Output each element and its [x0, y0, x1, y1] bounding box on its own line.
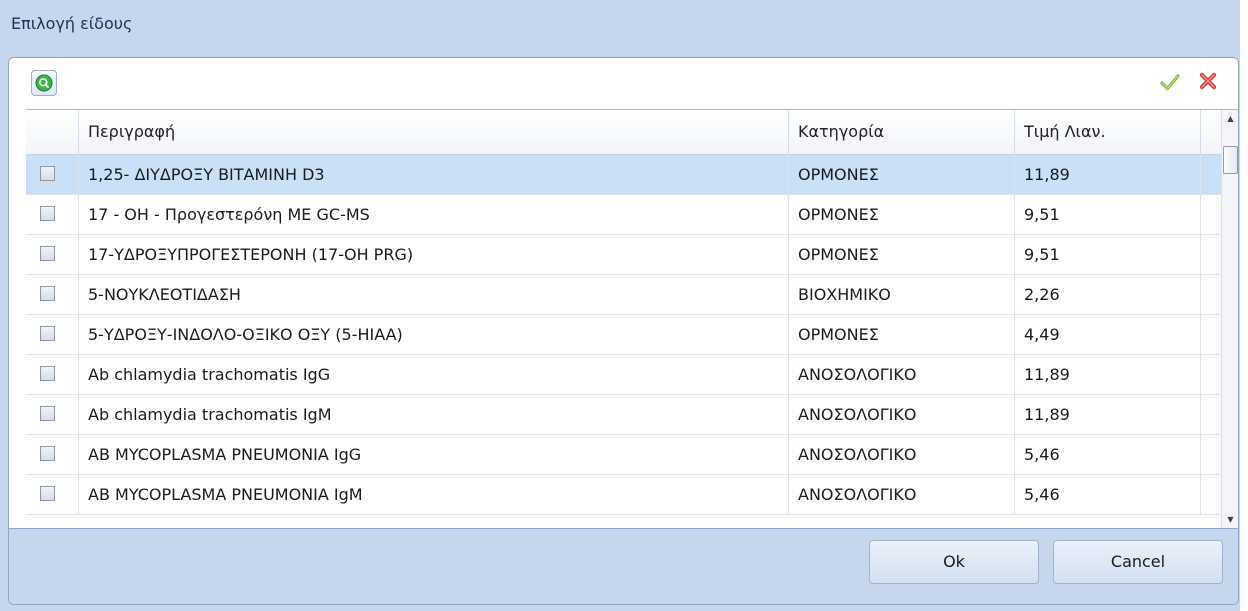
retail-price-cell: 11,89 [1015, 355, 1201, 394]
retail-price-cell: 5,46 [1015, 475, 1201, 514]
description-cell: 5-ΥΔΡΟΞΥ-ΙΝΔΟΛΟ-ΟΞΙΚΟ ΟΞΥ (5-HIAA) [79, 315, 789, 354]
checkmark-icon[interactable] [1159, 71, 1181, 93]
items-grid: Περιγραφή Κατηγορία Τιμή Λιαν. 1,25- ΔΙΥ… [26, 109, 1238, 528]
category-cell: ΒΙΟΧΗΜΙΚΟ [789, 275, 1015, 314]
category-cell: ΑΝΟΣΟΛΟΓΙΚΟ [789, 435, 1015, 474]
category-cell: ΟΡΜΟΝΕΣ [789, 235, 1015, 274]
row-checkbox[interactable] [40, 206, 55, 221]
cancel-button[interactable]: Cancel [1053, 540, 1223, 584]
table-row[interactable]: AB MYCOPLASMA PNEUMONIA IgG ΑΝΟΣΟΛΟΓΙΚΟ 5,… [26, 435, 1221, 475]
checkbox-column-header[interactable] [26, 110, 79, 154]
table-row[interactable]: AB MYCOPLASMA PNEUMONIA IgM ΑΝΟΣΟΛΟΓΙΚΟ 5,… [26, 475, 1221, 515]
retail-price-cell: 11,89 [1015, 395, 1201, 434]
row-checkbox-cell [26, 355, 79, 394]
category-cell: ΟΡΜΟΝΕΣ [789, 315, 1015, 354]
scroll-up-arrow-icon[interactable]: ▲ [1222, 110, 1238, 127]
ok-button[interactable]: Ok [869, 540, 1039, 584]
table-row[interactable]: Ab chlamydia trachomatis IgG ΑΝΟΣΟΛΟΓΙΚΟ 1… [26, 355, 1221, 395]
row-checkbox[interactable] [40, 166, 55, 181]
filler-cell [1201, 155, 1221, 194]
category-cell: ΟΡΜΟΝΕΣ [789, 195, 1015, 234]
scroll-down-arrow-icon[interactable]: ▼ [1222, 511, 1238, 528]
toolbar [9, 58, 1238, 109]
row-checkbox[interactable] [40, 286, 55, 301]
description-cell: 1,25- ΔΙΥΔΡΟΞΥ ΒΙΤΑΜΙΝΗ D3 [79, 155, 789, 194]
items-panel: Περιγραφή Κατηγορία Τιμή Λιαν. 1,25- ΔΙΥ… [8, 57, 1239, 605]
scrollbar-thumb[interactable] [1223, 146, 1238, 174]
filler-cell [1201, 275, 1221, 314]
retail-price-cell: 4,49 [1015, 315, 1201, 354]
table-row[interactable]: 5-ΝΟΥΚΛΕΟΤΙΔΑΣΗ ΒΙΟΧΗΜΙΚΟ 2,26 [26, 275, 1221, 315]
description-cell: 17 - OH - Προγεστερόνη ΜΕ GC-MS [79, 195, 789, 234]
table-row[interactable]: 17-ΥΔΡΟΞΥΠΡΟΓΕΣΤΕΡΟΝΗ (17-OH PRG) ΟΡΜΟΝΕΣ… [26, 235, 1221, 275]
close-icon[interactable] [1197, 70, 1219, 92]
table-row[interactable]: 5-ΥΔΡΟΞΥ-ΙΝΔΟΛΟ-ΟΞΙΚΟ ΟΞΥ (5-HIAA) ΟΡΜΟΝΕ… [26, 315, 1221, 355]
column-header-retail-price[interactable]: Τιμή Λιαν. [1015, 110, 1201, 154]
column-header-description[interactable]: Περιγραφή [79, 110, 789, 154]
description-cell: 17-ΥΔΡΟΞΥΠΡΟΓΕΣΤΕΡΟΝΗ (17-OH PRG) [79, 235, 789, 274]
filler-cell [1201, 235, 1221, 274]
row-checkbox-cell [26, 275, 79, 314]
table-row[interactable]: Ab chlamydia trachomatis IgM ΑΝΟΣΟΛΟΓΙΚΟ 1… [26, 395, 1221, 435]
description-cell: AB MYCOPLASMA PNEUMONIA IgG [79, 435, 789, 474]
search-button[interactable] [31, 70, 57, 96]
description-cell: Ab chlamydia trachomatis IgG [79, 355, 789, 394]
filler-cell [1201, 395, 1221, 434]
description-cell: 5-ΝΟΥΚΛΕΟΤΙΔΑΣΗ [79, 275, 789, 314]
select-item-dialog: Επιλογή είδους Περιγραφή Κατηγορία Τιμή … [0, 0, 1240, 611]
filler-cell [1201, 475, 1221, 514]
row-checkbox[interactable] [40, 246, 55, 261]
filler-cell [1201, 195, 1221, 234]
search-icon [35, 74, 53, 92]
retail-price-cell: 9,51 [1015, 235, 1201, 274]
category-cell: ΑΝΟΣΟΛΟΓΙΚΟ [789, 355, 1015, 394]
retail-price-cell: 2,26 [1015, 275, 1201, 314]
table-row[interactable]: 17 - OH - Προγεστερόνη ΜΕ GC-MS ΟΡΜΟΝΕΣ 9,… [26, 195, 1221, 235]
row-checkbox[interactable] [40, 446, 55, 461]
row-checkbox-cell [26, 195, 79, 234]
category-cell: ΟΡΜΟΝΕΣ [789, 155, 1015, 194]
table-row[interactable]: 1,25- ΔΙΥΔΡΟΞΥ ΒΙΤΑΜΙΝΗ D3 ΟΡΜΟΝΕΣ 11,89 [26, 155, 1221, 195]
description-cell: Ab chlamydia trachomatis IgM [79, 395, 789, 434]
dialog-footer: Ok Cancel [9, 528, 1238, 604]
vertical-scrollbar[interactable]: ▲ ▼ [1221, 110, 1238, 528]
filler-cell [1201, 315, 1221, 354]
row-checkbox[interactable] [40, 486, 55, 501]
row-checkbox-cell [26, 315, 79, 354]
dialog-title: Επιλογή είδους [11, 14, 133, 33]
column-header-category[interactable]: Κατηγορία [789, 110, 1015, 154]
row-checkbox-cell [26, 395, 79, 434]
row-checkbox[interactable] [40, 366, 55, 381]
row-checkbox[interactable] [40, 406, 55, 421]
retail-price-cell: 9,51 [1015, 195, 1201, 234]
grid-header: Περιγραφή Κατηγορία Τιμή Λιαν. [26, 110, 1221, 155]
category-cell: ΑΝΟΣΟΛΟΓΙΚΟ [789, 475, 1015, 514]
category-cell: ΑΝΟΣΟΛΟΓΙΚΟ [789, 395, 1015, 434]
retail-price-cell: 11,89 [1015, 155, 1201, 194]
column-header-filler [1201, 110, 1221, 154]
description-cell: AB MYCOPLASMA PNEUMONIA IgM [79, 475, 789, 514]
filler-cell [1201, 355, 1221, 394]
row-checkbox[interactable] [40, 326, 55, 341]
row-checkbox-cell [26, 235, 79, 274]
retail-price-cell: 5,46 [1015, 435, 1201, 474]
row-checkbox-cell [26, 435, 79, 474]
row-checkbox-cell [26, 475, 79, 514]
filler-cell [1201, 435, 1221, 474]
row-checkbox-cell [26, 155, 79, 194]
